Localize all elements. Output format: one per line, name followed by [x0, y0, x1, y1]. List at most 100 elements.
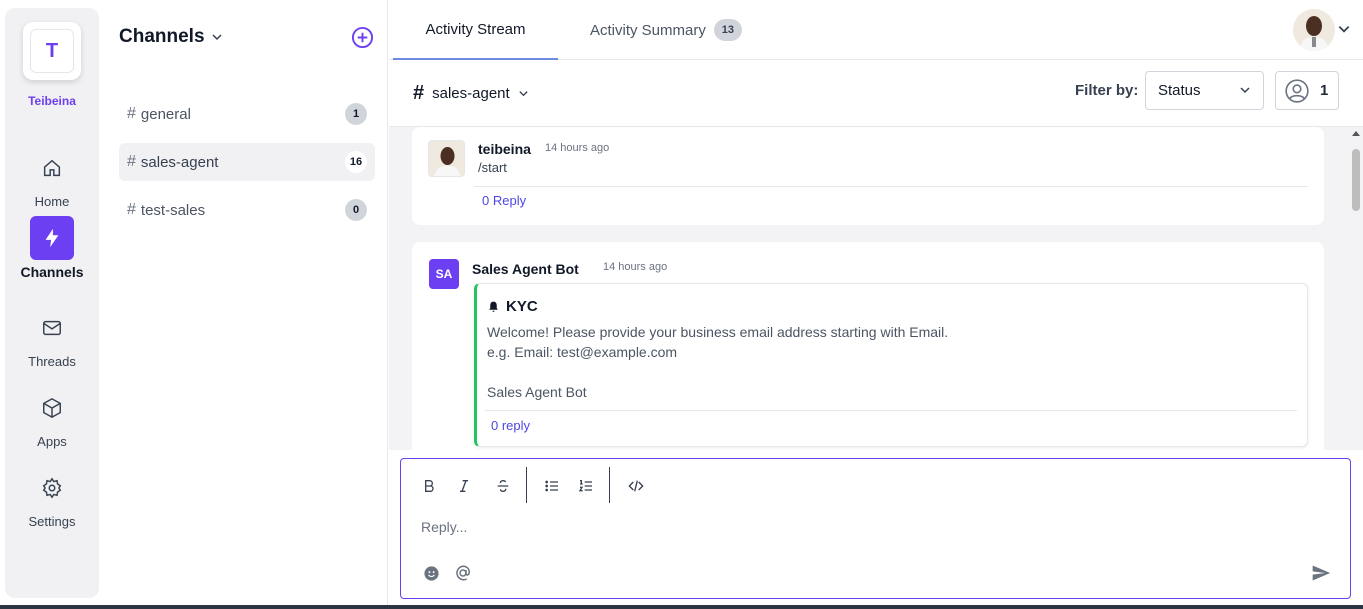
tab-activity-stream[interactable]: Activity Stream: [393, 0, 558, 60]
nav-home[interactable]: Home: [5, 146, 99, 209]
emoji-icon: [423, 565, 439, 581]
scroll-up-arrow-icon[interactable]: [1352, 131, 1360, 136]
message-card: SA Sales Agent Bot 14 hours ago KYC Welc…: [412, 242, 1324, 450]
code-block-button[interactable]: [623, 473, 649, 499]
app-root: T Teibeina Home Channels Threads Apps Se…: [0, 0, 1363, 609]
mention-button[interactable]: [453, 563, 473, 583]
channel-name: test-sales: [140, 201, 206, 219]
nav-apps-label: Apps: [37, 434, 67, 449]
divider: [485, 410, 1297, 411]
user-circle-icon: [1285, 78, 1309, 103]
bullet-list-icon: [545, 480, 558, 492]
emoji-button[interactable]: [421, 563, 441, 583]
bolt-icon: [30, 216, 74, 260]
nav-settings-label: Settings: [28, 514, 76, 529]
reply-link[interactable]: 0 Reply: [482, 193, 526, 208]
nav-home-label: Home: [34, 194, 70, 209]
message-avatar: [428, 140, 465, 177]
message-text: /start: [478, 160, 507, 175]
add-channel-icon[interactable]: [351, 26, 374, 49]
chevron-down-icon: [519, 91, 528, 97]
message-card: teibeina 14 hours ago /start 0 Reply: [412, 127, 1324, 225]
scrollbar[interactable]: [1349, 127, 1363, 450]
bot-avatar: SA: [429, 259, 459, 289]
tab-label: Activity Stream: [425, 20, 526, 38]
workspace-switcher[interactable]: T: [23, 22, 81, 80]
bold-icon: [425, 480, 434, 492]
divider: [474, 186, 1308, 187]
gear-icon: [30, 466, 74, 510]
channel-item-sales-agent[interactable]: # sales-agent 16: [119, 143, 375, 181]
channel-item-general[interactable]: # general 1: [119, 95, 375, 133]
bold-button[interactable]: [416, 473, 442, 499]
nav-apps[interactable]: Apps: [5, 386, 99, 449]
bottom-edge-bar: [0, 605, 1363, 609]
chevron-down-icon[interactable]: [1337, 22, 1351, 36]
reply-input[interactable]: [421, 515, 1301, 539]
bullet-list-button[interactable]: [539, 473, 565, 499]
summary-count-badge: 13: [713, 19, 742, 41]
tab-label: Activity Summary: [590, 21, 706, 39]
reply-link[interactable]: 0 reply: [491, 418, 530, 433]
nav-settings[interactable]: Settings: [5, 466, 99, 529]
message-author: teibeina: [478, 141, 531, 157]
chevron-down-icon: [1240, 87, 1250, 94]
numbered-list-icon: [578, 480, 592, 492]
toolbar-separator: [526, 467, 527, 503]
nav-channels[interactable]: Channels: [5, 216, 99, 280]
message-time: 14 hours ago: [603, 261, 668, 273]
send-button[interactable]: [1311, 563, 1333, 585]
nav-threads-label: Threads: [28, 354, 76, 369]
channel-count-badge: 0: [345, 199, 367, 221]
hash-icon: #: [127, 153, 136, 170]
reply-composer: [400, 458, 1351, 599]
kyc-title: KYC: [487, 298, 538, 315]
user-avatar[interactable]: [1293, 9, 1335, 51]
kyc-signature: Sales Agent Bot: [487, 384, 587, 400]
kyc-line-2: e.g. Email: test@example.com: [487, 344, 678, 360]
channel-item-test-sales[interactable]: # test-sales 0: [119, 191, 375, 229]
italic-button[interactable]: [451, 473, 477, 499]
numbered-list-button[interactable]: [573, 473, 599, 499]
channels-header[interactable]: Channels: [119, 26, 223, 48]
send-icon: [1312, 565, 1331, 581]
code-icon: [628, 480, 644, 492]
kyc-card: KYC Welcome! Please provide your busines…: [474, 283, 1308, 447]
tab-bar: Activity Stream Activity Summary 13: [389, 0, 1363, 60]
strikethrough-button[interactable]: [490, 473, 516, 499]
channel-name: general: [140, 105, 191, 123]
message-author: Sales Agent Bot: [472, 261, 579, 277]
nav-rail: T Teibeina Home Channels Threads Apps Se…: [5, 8, 99, 598]
members-button[interactable]: 1: [1275, 71, 1339, 110]
channels-title: Channels: [119, 26, 205, 47]
cube-icon: [30, 386, 74, 430]
channel-selector[interactable]: # sales-agent: [413, 82, 529, 105]
bell-icon: [489, 301, 498, 312]
hash-icon: #: [413, 82, 425, 104]
chevron-down-icon: [212, 34, 222, 41]
hash-icon: #: [127, 201, 136, 218]
message-time: 14 hours ago: [545, 142, 610, 154]
nav-channels-label: Channels: [20, 264, 84, 280]
main-area: Activity Stream Activity Summary 13 # sa…: [389, 0, 1363, 609]
kyc-line-1: Welcome! Please provide your business em…: [487, 324, 949, 340]
member-count: 1: [1320, 82, 1329, 99]
strikethrough-icon: [497, 479, 509, 493]
status-filter-select[interactable]: Status: [1145, 71, 1264, 110]
activity-stream: teibeina 14 hours ago /start 0 Reply SA …: [389, 127, 1363, 450]
channel-toolbar: # sales-agent Filter by: Status 1: [389, 60, 1363, 127]
nav-threads[interactable]: Threads: [5, 306, 99, 369]
hash-icon: #: [127, 105, 136, 122]
filter-label: Filter by:: [1075, 82, 1139, 99]
tab-activity-summary[interactable]: Activity Summary 13: [590, 0, 742, 60]
channel-count-badge: 1: [345, 103, 367, 125]
channels-panel: Channels # general 1 # sales-agent 16 # …: [99, 0, 388, 609]
workspace-initial: T: [30, 29, 74, 73]
scroll-thumb[interactable]: [1352, 149, 1360, 211]
at-icon: [456, 565, 470, 581]
channel-count-badge: 16: [345, 151, 367, 173]
kyc-title-text: KYC: [506, 298, 538, 315]
workspace-name: Teibeina: [28, 94, 76, 108]
italic-icon: [460, 480, 468, 492]
channel-name: sales-agent: [140, 153, 219, 171]
